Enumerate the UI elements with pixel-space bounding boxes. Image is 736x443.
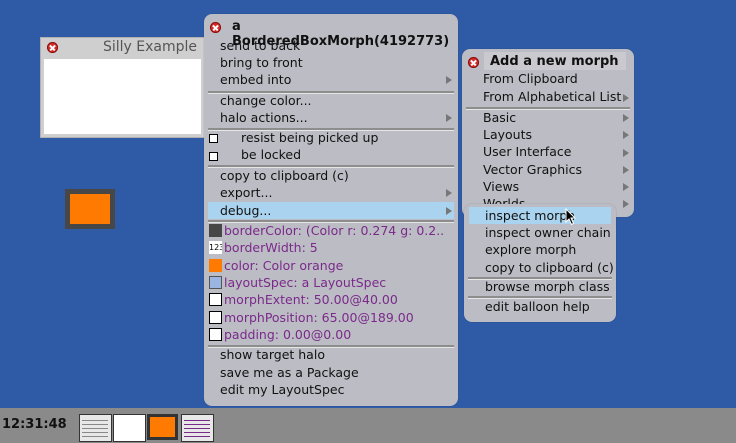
color-swatch-icon: [209, 259, 222, 272]
submenu-arrow-icon: [623, 114, 629, 122]
layout-spec-icon: [209, 276, 222, 289]
menu-item-morph-extent[interactable]: morphExtent: 50.00@40.00: [224, 291, 398, 308]
submenu-arrow-icon: [623, 94, 629, 102]
menu-item-vector-graphics[interactable]: Vector Graphics: [483, 161, 582, 178]
menu-item-padding[interactable]: padding: 0.00@0.00: [224, 326, 351, 343]
silly-example-window[interactable]: Silly Example: [40, 37, 205, 138]
color-swatch-icon: [209, 224, 222, 237]
submenu-arrow-icon: [623, 166, 629, 174]
menu-item-debug[interactable]: debug...: [220, 202, 271, 219]
debug-submenu: inspect morph inspect owner chain explor…: [464, 204, 616, 322]
bordered-box-morph[interactable]: [65, 189, 115, 229]
menu-item-layouts[interactable]: Layouts: [483, 126, 532, 143]
menu-item-halo-actions[interactable]: halo actions...: [220, 109, 308, 126]
window-title-bar[interactable]: Silly Example: [41, 38, 204, 58]
close-icon[interactable]: [210, 22, 221, 33]
menu-item-send-to-back[interactable]: send to back: [220, 37, 300, 54]
menu-title: Add a new morph: [490, 54, 619, 69]
taskbar: 12:31:48: [0, 408, 736, 443]
menu-item-browse-morph-class[interactable]: browse morph class: [485, 278, 610, 295]
menu-item-from-alphabetical-list[interactable]: From Alphabetical List: [483, 88, 621, 105]
add-morph-menu: Add a new morph From Clipboard From Alph…: [462, 49, 634, 217]
submenu-arrow-icon: [446, 207, 452, 215]
close-icon[interactable]: [47, 42, 58, 53]
menu-item-layout-spec[interactable]: layoutSpec: a LayoutSpec: [224, 274, 386, 291]
menu-item-border-color[interactable]: borderColor: (Color r: 0.274 g: 0.2..: [224, 222, 444, 239]
submenu-arrow-icon: [446, 114, 452, 122]
taskbar-thumbnail-orange-morph[interactable]: [147, 414, 178, 440]
submenu-arrow-icon: [623, 183, 629, 191]
menu-item-basic[interactable]: Basic: [483, 109, 516, 126]
menu-item-views[interactable]: Views: [483, 178, 519, 195]
menu-item-bring-to-front[interactable]: bring to front: [220, 54, 303, 71]
thumbnail-preview: [184, 417, 210, 437]
morph-menu: a BorderedBoxMorph(4192773) send to back…: [204, 14, 458, 406]
menu-item-show-target-halo[interactable]: show target halo: [220, 346, 325, 363]
submenu-arrow-icon: [446, 76, 452, 84]
menu-item-copy-to-clipboard[interactable]: copy to clipboard (c): [485, 259, 614, 276]
menu-item-edit-layout-spec[interactable]: edit my LayoutSpec: [220, 381, 344, 398]
menu-item-export[interactable]: export...: [220, 184, 272, 201]
menu-item-inspect-morph[interactable]: inspect morph: [485, 207, 575, 224]
menu-item-embed-into[interactable]: embed into: [220, 71, 291, 88]
clock: 12:31:48: [2, 417, 67, 432]
window-title: Silly Example: [103, 39, 198, 55]
window-content: [44, 59, 201, 134]
menu-item-edit-balloon-help[interactable]: edit balloon help: [485, 298, 590, 315]
checkbox-icon[interactable]: [209, 152, 218, 161]
menu-item-border-width[interactable]: borderWidth: 5: [224, 239, 318, 256]
mouse-cursor-icon: [565, 208, 577, 226]
menu-item-from-clipboard[interactable]: From Clipboard: [483, 70, 578, 87]
submenu-arrow-icon: [623, 149, 629, 157]
menu-item-copy-to-clipboard[interactable]: copy to clipboard (c): [220, 167, 349, 184]
taskbar-thumbnail-menu[interactable]: [79, 414, 112, 442]
thumbnail-preview: [82, 417, 108, 437]
point-icon: [209, 328, 222, 341]
menu-item-inspect-owner-chain[interactable]: inspect owner chain: [485, 224, 611, 241]
menu-item-explore-morph[interactable]: explore morph: [485, 241, 576, 258]
menu-item-user-interface[interactable]: User Interface: [483, 143, 571, 160]
close-icon[interactable]: [468, 57, 479, 68]
number-icon: 123: [209, 241, 222, 254]
submenu-arrow-icon: [623, 200, 629, 208]
point-icon: [209, 293, 222, 306]
menu-item-morph-position[interactable]: morphPosition: 65.00@189.00: [224, 309, 414, 326]
taskbar-thumbnail-silly-example[interactable]: [113, 414, 146, 442]
point-icon: [209, 311, 222, 324]
submenu-arrow-icon: [446, 189, 452, 197]
taskbar-thumbnail-morph-menu[interactable]: [181, 414, 214, 442]
menu-item-be-locked[interactable]: be locked: [241, 146, 301, 163]
submenu-arrow-icon: [623, 131, 629, 139]
menu-item-color[interactable]: color: Color orange: [224, 257, 343, 274]
menu-item-save-as-package[interactable]: save me as a Package: [220, 364, 359, 381]
menu-item-change-color[interactable]: change color...: [220, 92, 312, 109]
menu-item-resist-picked-up[interactable]: resist being picked up: [241, 129, 378, 146]
checkbox-icon[interactable]: [209, 134, 218, 143]
